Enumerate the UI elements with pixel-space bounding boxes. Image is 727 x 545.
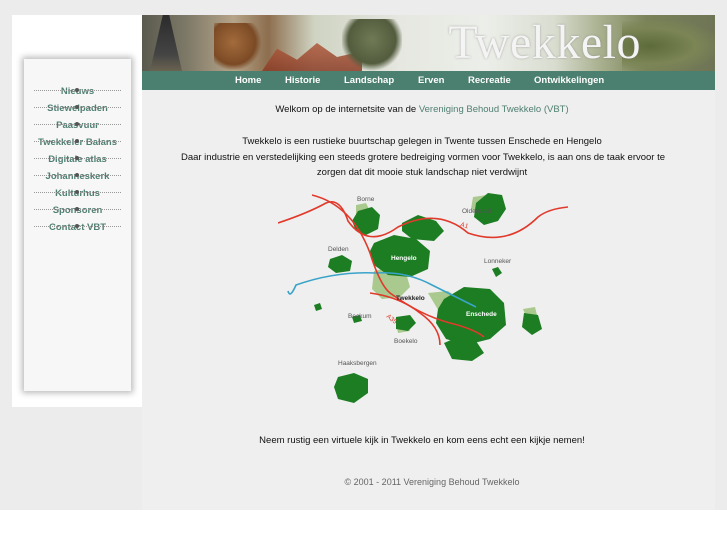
town-haaksbergen	[334, 373, 368, 403]
welcome-prefix: Welkom op de internetsite van de	[275, 104, 419, 115]
label-haaksbergen: Haaksbergen	[338, 360, 377, 367]
vbt-link[interactable]: Vereniging Behoud Twekkelo (VBT)	[419, 104, 569, 115]
label-twekkelo: Twekkelo	[396, 295, 425, 302]
town-lonneker	[492, 267, 502, 277]
label-beckum: Beckum	[348, 313, 371, 320]
label-enschede: Enschede	[466, 311, 497, 318]
main-content: Welkom op de internetsite van de Verenig…	[142, 90, 715, 510]
nav-home[interactable]: Home	[235, 71, 261, 90]
nav-erven[interactable]: Erven	[418, 71, 444, 90]
intro-line-1: Twekkelo is een rustieke buurtschap gele…	[242, 136, 602, 147]
town-areas	[314, 193, 542, 403]
header-banner: Twekkelo	[142, 15, 715, 71]
intro-line-2: Daar industrie en verstedelijking een st…	[180, 152, 666, 163]
label-borne: Borne	[357, 196, 375, 203]
label-boekelo: Boekelo	[394, 338, 418, 345]
intro-line-3: zorgen dat dit mooie stuk landschap niet…	[316, 167, 528, 178]
label-oldenzaal: Oldenzaal	[462, 208, 492, 215]
nav-historie[interactable]: Historie	[285, 71, 320, 90]
trees-image	[342, 19, 402, 71]
tower-image	[150, 15, 182, 71]
town-small	[314, 303, 322, 311]
label-a1: A1	[459, 221, 469, 230]
footer-copyright: © 2001 - 2011 Vereniging Behoud Twekkelo	[344, 477, 520, 487]
horse-image	[214, 23, 262, 71]
sidebar-item-label[interactable]: Contact VBT	[24, 208, 131, 235]
invite-text: Neem rustig een virtuele kijk in Twekkel…	[259, 435, 585, 446]
town-enschede-east	[522, 313, 542, 335]
nav-recreatie[interactable]: Recreatie	[468, 71, 511, 90]
label-hengelo: Hengelo	[391, 255, 417, 262]
nav-landschap[interactable]: Landschap	[344, 71, 394, 90]
label-delden: Delden	[328, 246, 349, 253]
town-boekelo	[396, 315, 416, 331]
sidebar-menu: NieuwsStiewelpadenPaasvuurTwekkeler Bala…	[24, 59, 131, 391]
welcome-text: Welkom op de internetsite van de Verenig…	[142, 102, 702, 117]
site-title: Twekkelo	[448, 16, 641, 69]
sidebar-item-contact-vbt[interactable]: Contact VBT	[24, 208, 131, 238]
main-navigation: Home Historie Landschap Erven Recreatie …	[142, 71, 715, 90]
bullet-dot-icon	[75, 224, 79, 228]
twente-map[interactable]: Borne Oldenzaal A1 Delden Hengelo Lonnek…	[278, 193, 568, 415]
label-lonneker: Lonneker	[484, 258, 512, 265]
town-delden	[328, 255, 352, 273]
nav-ontwikkelingen[interactable]: Ontwikkelingen	[534, 71, 604, 90]
page-background: NieuwsStiewelpadenPaasvuurTwekkeler Bala…	[0, 0, 727, 510]
